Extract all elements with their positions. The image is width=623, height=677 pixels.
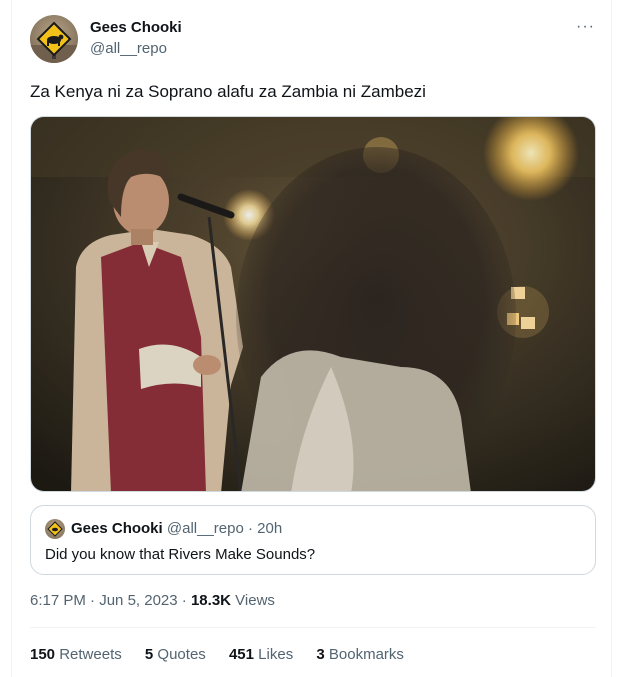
tweet-date[interactable]: Jun 5, 2023 [99, 592, 177, 609]
more-options-icon[interactable]: ··· [576, 17, 598, 37]
author-handle[interactable]: @all__repo [90, 40, 167, 57]
likes-count: 451 [228, 646, 254, 663]
bookmarks-label: Bookmarks [328, 646, 404, 663]
divider [30, 627, 596, 628]
quoted-tweet-text: Did you know that Rivers Make Sounds? [45, 546, 316, 563]
tweet-text: Za Kenya ni za Soprano alafu za Zambia n… [30, 82, 426, 101]
quoted-tweet-header: Gees Chooki @all__repo · 20h [71, 520, 282, 537]
meta-separator: · [90, 592, 96, 609]
quoted-tweet[interactable]: Gees Chooki @all__repo · 20h Did you kno… [30, 505, 596, 575]
tweet-meta-row: 6:17 PM · Jun 5, 2023 · 18.3K Views [30, 592, 275, 609]
quoted-author-name: Gees Chooki [71, 520, 163, 537]
author-avatar[interactable] [30, 15, 78, 63]
meta-separator: · [181, 592, 187, 609]
views-label: Views [235, 592, 275, 609]
quotes-count: 5 [144, 646, 154, 663]
road-sign-icon [30, 21, 78, 63]
retweets-label: Retweets [59, 646, 122, 663]
tweet-time[interactable]: 6:17 PM [30, 592, 86, 609]
timeline-border-left [11, 0, 12, 677]
quoted-author-avatar [45, 519, 65, 539]
stage-singer-photo [31, 117, 595, 491]
engagement-stats: 150 Retweets 5 Quotes 451 Likes 3 Bookma… [30, 646, 423, 663]
bookmarks-stat[interactable]: 3 Bookmarks [316, 646, 404, 663]
views-count: 18.3K [190, 592, 231, 609]
tweet-detail: Gees Chooki @all__repo ··· Za Kenya ni z… [0, 0, 623, 677]
road-sign-icon [47, 521, 63, 537]
likes-stat[interactable]: 451 Likes [229, 646, 293, 663]
quoted-author-handle: @all__repo [166, 520, 244, 537]
tweet-photo[interactable] [30, 116, 596, 492]
quoted-separator: · [248, 520, 253, 537]
quotes-label: Quotes [157, 646, 206, 663]
likes-label: Likes [258, 646, 294, 663]
bookmarks-count: 3 [316, 646, 325, 663]
author-display-name[interactable]: Gees Chooki [90, 19, 182, 36]
retweets-count: 150 [30, 646, 56, 663]
quotes-stat[interactable]: 5 Quotes [145, 646, 206, 663]
timeline-border-right [611, 0, 612, 677]
quoted-tweet-age: 20h [257, 520, 283, 537]
retweets-stat[interactable]: 150 Retweets [30, 646, 122, 663]
